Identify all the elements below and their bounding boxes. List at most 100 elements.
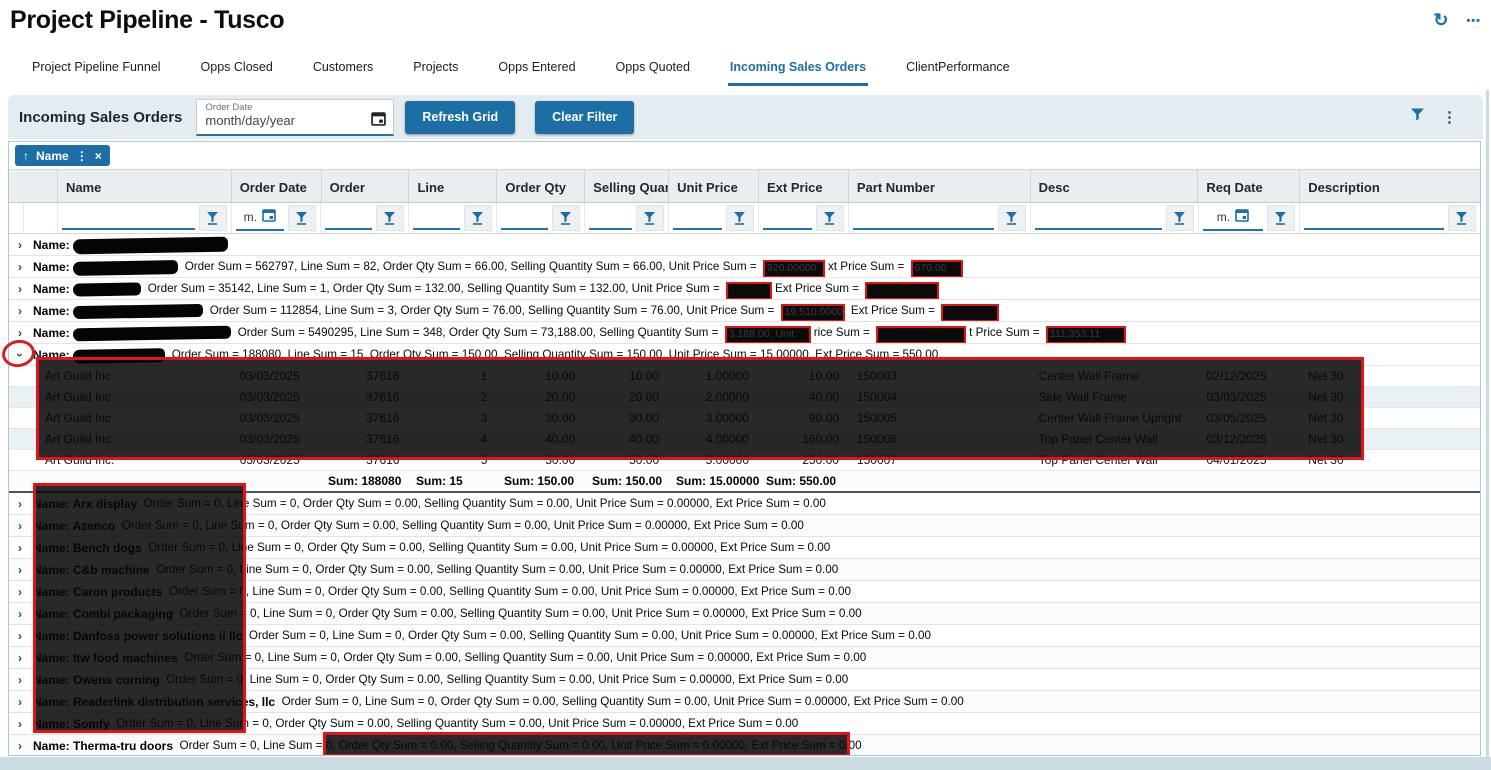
filter-icon[interactable] [1410, 108, 1425, 127]
column-header-ext-price[interactable]: Ext Price [758, 170, 848, 202]
group-panel: ↑ Name ⋮ × [9, 142, 1480, 169]
group-sums-text: Order Sum = 562797, Line Sum = 82, Order… [184, 260, 760, 273]
chip-remove-icon[interactable]: × [95, 149, 102, 163]
filter-funnel-button[interactable] [1447, 205, 1476, 231]
group-row[interactable]: › Name: Order Sum = 112854, Line Sum = 3, … [9, 300, 1480, 322]
filter-funnel-button[interactable] [1266, 205, 1295, 231]
tab-opps-closed[interactable]: Opps Closed [199, 56, 275, 86]
filter-funnel-button[interactable] [463, 205, 492, 231]
group-chip-name[interactable]: ↑ Name ⋮ × [15, 145, 110, 166]
filter-input-order[interactable] [324, 206, 372, 230]
group-row[interactable]: › Name: Order Sum = 35142, Line Sum = 1, O… [9, 278, 1480, 300]
filter-funnel-button[interactable] [635, 205, 664, 231]
expand-chevron-icon[interactable]: › [13, 739, 27, 753]
group-row[interactable]: › Name: Order Sum = 562797, Line Sum = 82,… [9, 256, 1480, 278]
expand-chevron-icon[interactable]: › [13, 497, 27, 511]
column-header-desc[interactable]: Desc [1029, 170, 1198, 202]
calendar-icon[interactable] [1235, 208, 1249, 227]
filter-cell-ext-price [757, 203, 848, 233]
clear-filter-button[interactable]: Clear Filter [535, 100, 635, 134]
chip-menu-icon[interactable]: ⋮ [76, 149, 88, 163]
filter-input-unit-price[interactable] [672, 206, 722, 230]
funnel-icon [472, 212, 484, 225]
calendar-icon[interactable] [371, 111, 387, 131]
filter-funnel-button[interactable] [375, 205, 404, 231]
refresh-grid-button[interactable]: Refresh Grid [405, 100, 516, 134]
column-header-spacer [9, 170, 57, 202]
filter-input-description[interactable] [1303, 206, 1444, 230]
filter-funnel-button[interactable] [725, 205, 754, 231]
expand-chevron-icon[interactable]: › [13, 563, 27, 577]
filter-input-part-number[interactable] [852, 206, 994, 230]
filter-funnel-button[interactable] [551, 205, 580, 231]
sort-ascending-icon[interactable]: ↑ [23, 149, 29, 163]
column-header-selling-quan[interactable]: Selling Quan... [584, 170, 668, 202]
tab-opps-entered[interactable]: Opps Entered [496, 56, 577, 86]
column-header-name[interactable]: Name [56, 170, 231, 202]
expand-chevron-icon[interactable]: › [13, 238, 27, 252]
funnel-icon [824, 212, 836, 225]
expand-chevron-icon[interactable]: › [13, 717, 27, 731]
date-filter[interactable]: m. [235, 206, 284, 231]
filter-cell-desc [1029, 203, 1198, 233]
tab-projects[interactable]: Projects [411, 56, 460, 86]
group-row[interactable]: › Name: [9, 234, 1480, 256]
tab-opps-quoted[interactable]: Opps Quoted [614, 56, 692, 86]
column-header-req-date[interactable]: Req Date [1197, 170, 1299, 202]
more-options-icon[interactable]: ••• [1466, 15, 1481, 27]
filter-funnel-button[interactable] [1165, 205, 1194, 231]
kebab-menu-icon[interactable]: ⋮ [1442, 108, 1457, 126]
expand-chevron-icon[interactable]: › [13, 695, 27, 709]
group-row[interactable]: › Name: Order Sum = 5490295, Line Sum = 34… [9, 322, 1480, 344]
expand-chevron-icon[interactable]: › [13, 651, 27, 665]
name-scribble-redaction [72, 282, 141, 297]
tab-project-pipeline-funnel[interactable]: Project Pipeline Funnel [30, 56, 163, 86]
filter-input-name[interactable] [61, 206, 195, 230]
toolbar: Incoming Sales Orders Order Date month/d… [8, 95, 1483, 139]
date-filter[interactable]: m. [1202, 206, 1263, 231]
group-sum-cell: Sum: 15 [416, 474, 463, 488]
filter-input-selling-quan[interactable] [588, 206, 632, 230]
expand-chevron-icon[interactable]: › [13, 607, 27, 621]
group-name-label: Name: Therma-tru doors [33, 738, 174, 753]
column-header-unit-price[interactable]: Unit Price [668, 170, 758, 202]
expand-chevron-icon[interactable]: › [13, 282, 27, 296]
filter-input-line[interactable] [412, 206, 460, 230]
tab-incoming-sales-orders[interactable]: Incoming Sales Orders [727, 56, 869, 86]
expand-chevron-icon[interactable]: › [13, 326, 27, 340]
expand-chevron-icon[interactable]: › [13, 541, 27, 555]
column-header-order-date[interactable]: Order Date [230, 170, 321, 202]
name-scribble-redaction [72, 325, 231, 342]
expand-chevron-icon[interactable]: › [13, 585, 27, 599]
filter-input-ext-price[interactable] [762, 206, 812, 230]
page-title: Project Pipeline - Tusco [10, 6, 285, 34]
filter-input-order-qty[interactable] [500, 206, 548, 230]
expand-chevron-icon[interactable]: › [13, 260, 27, 274]
column-header-order-qty[interactable]: Order Qty [496, 170, 584, 202]
tab-customers[interactable]: Customers [311, 56, 375, 86]
group-sum-cell: Sum: 150.00 [592, 474, 663, 488]
column-header-part-number[interactable]: Part Number [847, 170, 1030, 202]
order-date-field[interactable]: Order Date month/day/year [196, 98, 395, 136]
filter-funnel-button[interactable] [198, 205, 227, 231]
column-header-description[interactable]: Description [1299, 170, 1480, 202]
refresh-icon[interactable]: ↻ [1433, 10, 1448, 31]
name-scribble-redaction [72, 236, 228, 255]
calendar-icon[interactable] [262, 208, 276, 227]
group-row-text: Name: Order Sum = 35142, Line Sum = 1, Or… [33, 282, 942, 299]
column-header-order[interactable]: Order [320, 170, 409, 202]
expand-chevron-icon[interactable]: › [13, 304, 27, 318]
filter-input-desc[interactable] [1034, 206, 1162, 230]
expand-chevron-icon[interactable]: › [13, 519, 27, 533]
group-chip-label: Name [36, 148, 69, 163]
filter-funnel-button[interactable] [997, 205, 1026, 231]
filter-cell-req-date: m. [1197, 203, 1299, 233]
column-header-line[interactable]: Line [408, 170, 496, 202]
order-date-value[interactable]: month/day/year [205, 113, 385, 129]
expand-chevron-icon[interactable]: › [13, 673, 27, 687]
tab-clientperformance[interactable]: ClientPerformance [904, 56, 1012, 86]
expand-chevron-icon[interactable]: › [13, 629, 27, 643]
filter-funnel-button[interactable] [815, 205, 844, 231]
filter-cell-description [1298, 203, 1480, 233]
filter-funnel-button[interactable] [287, 205, 316, 231]
